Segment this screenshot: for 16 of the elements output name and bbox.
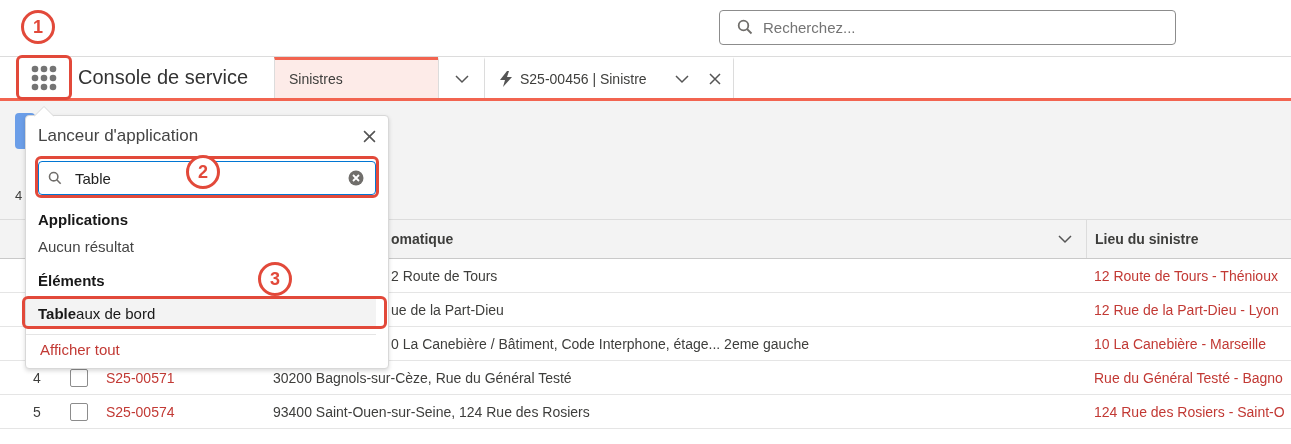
row-number: 5 <box>33 403 41 420</box>
section-heading: Applications <box>38 210 128 228</box>
table-cell: 30200 Bagnols-sur-Cèze, Rue du Général Testé <box>273 369 572 386</box>
table-cell: ue de la Part-Dieu <box>391 301 504 318</box>
column-header: omatique <box>391 231 454 247</box>
empty-message: Aucun résultat <box>37 236 135 257</box>
step-number-tooltip: 1 <box>21 10 55 44</box>
app-name: Console de service <box>78 65 250 90</box>
table-cell: 0 La Canebière / Bâtiment, Code Interphone, étage... 2eme gauche <box>391 335 809 352</box>
row-number: 4 <box>33 369 41 386</box>
item-count: 4 <box>15 188 24 203</box>
table-cell: 93400 Saint-Ouen-sur-Seine, 124 Rue des Rosiers <box>273 403 590 420</box>
section-heading: Éléments <box>38 271 105 289</box>
column-header: Lieu du sinistre <box>1095 231 1199 247</box>
table-cell: 2 Route de Tours <box>391 267 498 284</box>
popover-title: Lanceur d'application <box>38 126 199 146</box>
